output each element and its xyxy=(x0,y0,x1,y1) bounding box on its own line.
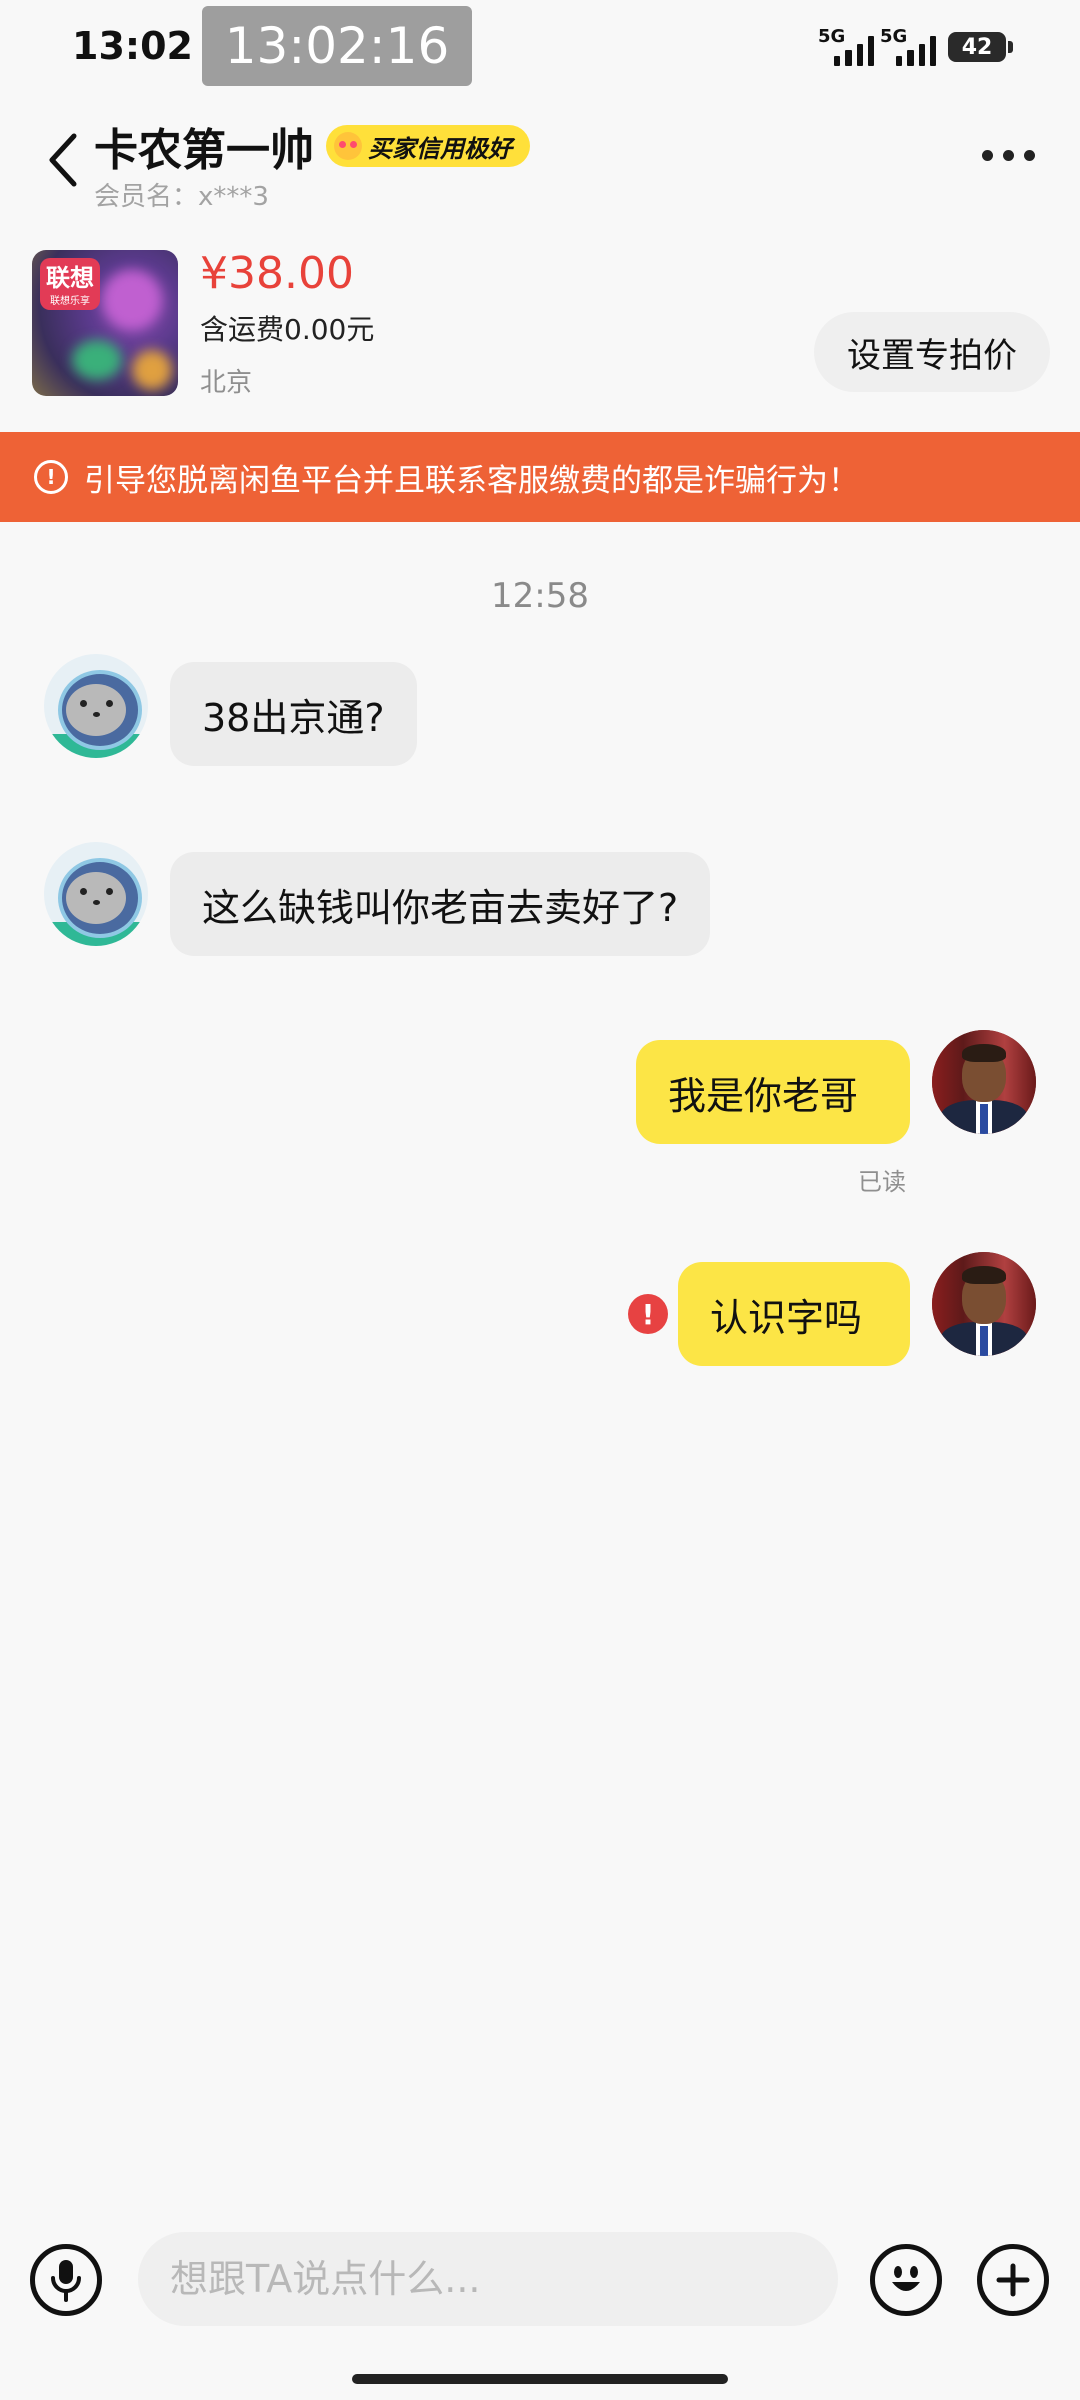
signal-icon-1: 5G xyxy=(818,26,874,66)
credit-badge[interactable]: 买家信用极好 xyxy=(326,125,530,167)
back-chevron-icon[interactable] xyxy=(44,130,84,190)
shipping-info: 含运费0.00元 xyxy=(200,313,375,346)
status-bar-time: 13:02 xyxy=(72,24,193,68)
battery-tip xyxy=(1008,41,1013,53)
set-special-price-button[interactable]: 设置专拍价 xyxy=(814,312,1050,392)
home-indicator[interactable] xyxy=(352,2374,728,2384)
product-thumbnail[interactable]: 联想 联想乐享 xyxy=(32,250,178,396)
battery-icon: 42 xyxy=(948,32,1006,62)
message-timestamp: 12:58 xyxy=(491,576,589,616)
signal-icon-2: 5G xyxy=(880,26,936,66)
partner-avatar[interactable] xyxy=(44,654,148,758)
my-avatar[interactable] xyxy=(932,1030,1036,1134)
message-bubble-outgoing[interactable]: 我是你老哥 xyxy=(636,1040,910,1144)
clock-overlay: 13:02:16 xyxy=(202,6,472,86)
smile-face-icon xyxy=(334,132,362,160)
fraud-warning-banner: ! 引导您脱离闲鱼平台并且联系客服缴费的都是诈骗行为！ xyxy=(0,432,1080,522)
product-location: 北京 xyxy=(200,368,253,398)
partner-avatar[interactable] xyxy=(44,842,148,946)
message-input[interactable] xyxy=(138,2232,838,2326)
more-dots-icon[interactable] xyxy=(982,150,1035,161)
send-failed-icon[interactable]: ! xyxy=(628,1294,668,1334)
credit-badge-label: 买家信用极好 xyxy=(368,134,512,163)
microphone-icon[interactable] xyxy=(30,2244,102,2316)
emoji-icon[interactable] xyxy=(870,2244,942,2316)
my-avatar[interactable] xyxy=(932,1252,1036,1356)
exclamation-icon: ! xyxy=(34,460,68,494)
warning-text: 引导您脱离闲鱼平台并且联系客服缴费的都是诈骗行为！ xyxy=(84,462,859,499)
lenovo-logo: 联想 联想乐享 xyxy=(40,258,100,310)
chat-partner-name[interactable]: 卡农第一帅 xyxy=(94,114,314,178)
read-receipt: 已读 xyxy=(858,1168,906,1196)
product-price: ¥38.00 xyxy=(200,248,354,299)
message-bubble-outgoing[interactable]: 认识字吗 xyxy=(678,1262,910,1366)
member-name: 会员名：x***3 xyxy=(94,182,269,212)
message-bubble-incoming[interactable]: 这么缺钱叫你老亩去卖好了? xyxy=(170,852,711,956)
plus-icon[interactable] xyxy=(977,2244,1049,2316)
message-bubble-incoming[interactable]: 38出京通? xyxy=(170,662,417,766)
